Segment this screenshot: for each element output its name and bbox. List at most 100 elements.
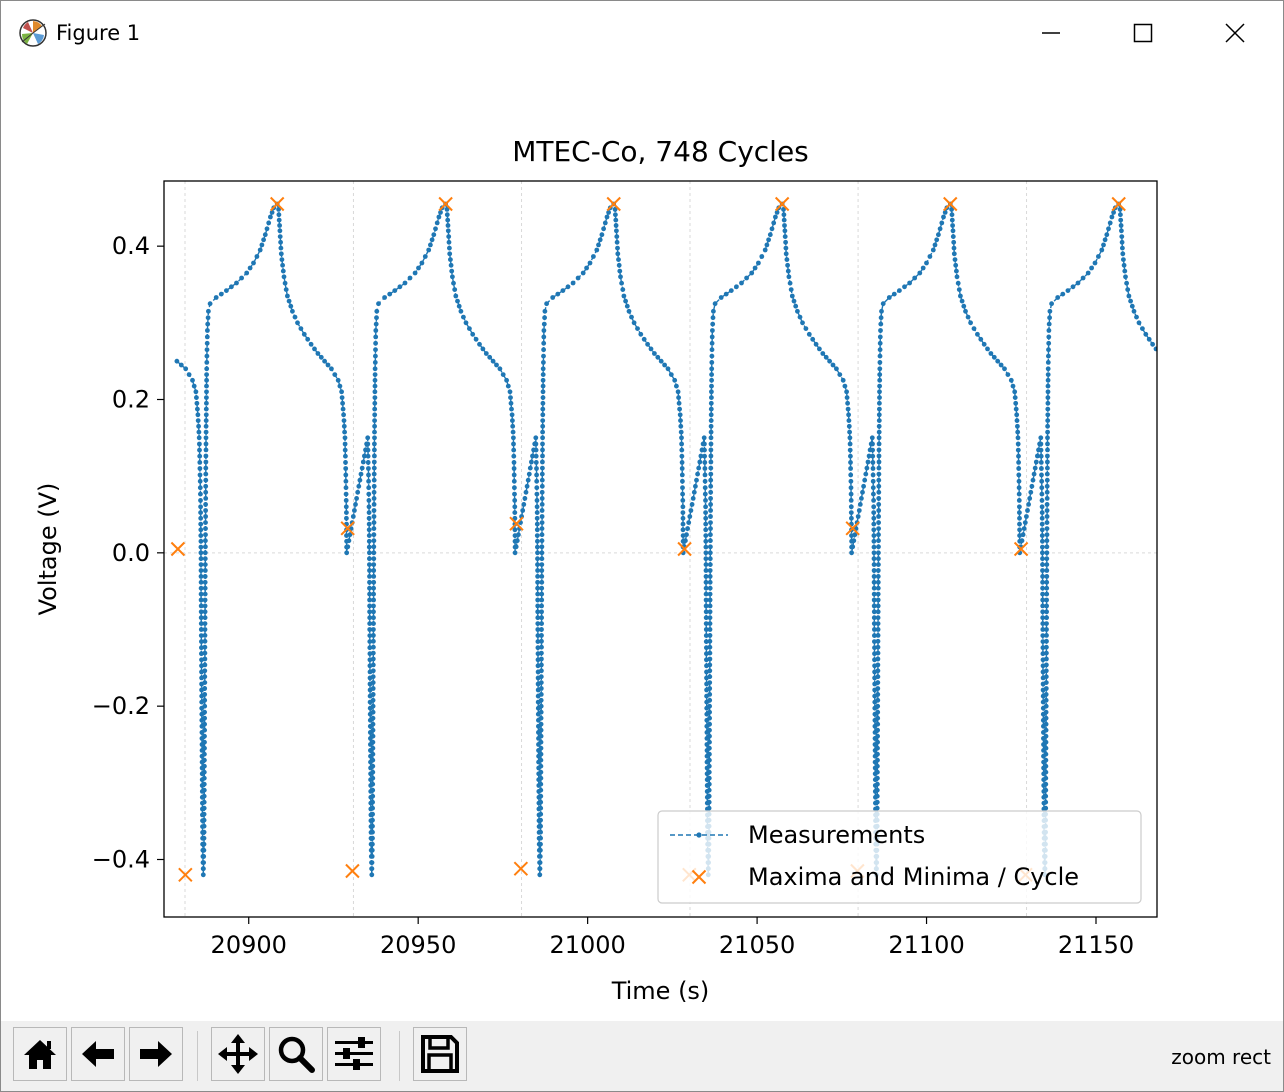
measurement-point [1044, 550, 1050, 556]
figure-canvas[interactable]: 20900 20950 21000 21050 21100 21150 −0.4 −0.2 0.… [1, 65, 1283, 1021]
title-bar[interactable]: Figure 1 [1, 1, 1283, 65]
measurement-point [507, 389, 513, 395]
x-tick-label: 21150 [1058, 931, 1134, 959]
measurement-point [539, 483, 545, 489]
measurement-point [793, 303, 799, 309]
measurement-point [675, 389, 681, 395]
measurement-point [539, 471, 545, 477]
measurement-point [527, 465, 533, 471]
measurement-point [1039, 515, 1045, 521]
measurement-point [516, 532, 521, 538]
measurement-point [1039, 485, 1045, 491]
navigation-toolbar: zoom rect [1, 1021, 1283, 1091]
measurement-point [202, 585, 208, 591]
measurement-point [366, 538, 372, 544]
measurement-point [203, 489, 209, 495]
measurement-point [1044, 568, 1050, 573]
measurement-point [234, 280, 239, 286]
measurement-point [703, 550, 709, 556]
measurement-point [1039, 478, 1045, 484]
close-button[interactable] [1189, 1, 1281, 65]
measurement-point [1044, 650, 1049, 656]
forward-button[interactable] [129, 1027, 183, 1081]
measurement-point [604, 214, 610, 220]
measurement-point [373, 340, 378, 346]
measurement-point [511, 460, 517, 465]
measurement-point [787, 280, 793, 286]
measurement-point [500, 372, 506, 377]
measurement-point [707, 585, 713, 591]
measurement-point [1044, 526, 1050, 531]
measurement-point [540, 383, 546, 389]
measurement-point [998, 362, 1004, 368]
measurement-point [707, 692, 713, 697]
measurement-point [343, 504, 349, 510]
measurement-point [706, 799, 712, 805]
measurement-point [941, 214, 946, 220]
measurement-point [224, 288, 229, 293]
measurement-point [874, 787, 880, 793]
measurement-point [276, 212, 282, 218]
measurement-point [202, 674, 208, 680]
measurement-point [540, 406, 546, 412]
measurement-point [371, 579, 377, 585]
measurement-point [1043, 733, 1049, 739]
measurement-point [1033, 459, 1039, 465]
measurement-point [708, 538, 713, 544]
measurement-point [373, 321, 379, 327]
measurement-point [433, 226, 438, 232]
measurement-point [202, 550, 208, 556]
minimize-button[interactable] [1005, 1, 1097, 65]
measurement-point [707, 674, 713, 680]
measurement-point [1043, 727, 1049, 733]
measurement-point [198, 533, 204, 538]
measurement-point [315, 351, 321, 356]
measurement-point [739, 280, 744, 286]
measurement-point [1119, 239, 1125, 245]
measurement-point [703, 533, 709, 538]
measurement-point [371, 568, 377, 573]
measurement-point [262, 232, 268, 238]
measurement-point [616, 257, 621, 262]
measurement-point [678, 418, 683, 423]
measurement-point [707, 680, 713, 685]
measurement-point [555, 291, 561, 297]
measurement-point [641, 336, 647, 342]
measurement-point [1099, 247, 1105, 253]
save-button[interactable] [413, 1027, 467, 1081]
measurement-point [877, 334, 883, 340]
measurement-point [1107, 220, 1113, 226]
measurement-point [371, 638, 376, 644]
measurement-point [1049, 301, 1054, 307]
subplots-button[interactable] [327, 1027, 381, 1081]
back-button[interactable] [71, 1027, 125, 1081]
measurement-point [687, 514, 693, 519]
measurement-point [860, 489, 865, 495]
measurement-point [1017, 510, 1022, 515]
pan-button[interactable] [211, 1027, 265, 1081]
measurement-point [1040, 568, 1045, 573]
measurement-point [370, 721, 376, 727]
measurement-point [1046, 321, 1052, 327]
measurement-point [480, 346, 486, 352]
measurement-point [1120, 245, 1125, 251]
measurement-point [680, 504, 686, 510]
measurement-point [335, 377, 341, 383]
measurement-point [202, 579, 208, 585]
measurement-point [786, 274, 792, 280]
measurement-point [203, 418, 209, 423]
measurement-point [975, 331, 980, 337]
measurement-point [1012, 395, 1018, 400]
measurement-point [606, 210, 611, 215]
zoom-button[interactable] [269, 1027, 323, 1081]
home-button[interactable] [13, 1027, 67, 1081]
maximize-button[interactable] [1097, 1, 1189, 65]
measurement-point [848, 472, 854, 478]
measurement-point [538, 841, 543, 847]
measurement-point [813, 341, 819, 347]
measurement-point [708, 465, 714, 471]
measurement-point [372, 406, 378, 412]
measurement-point [597, 237, 603, 243]
measurement-point [370, 715, 376, 721]
measurement-point [703, 579, 709, 585]
